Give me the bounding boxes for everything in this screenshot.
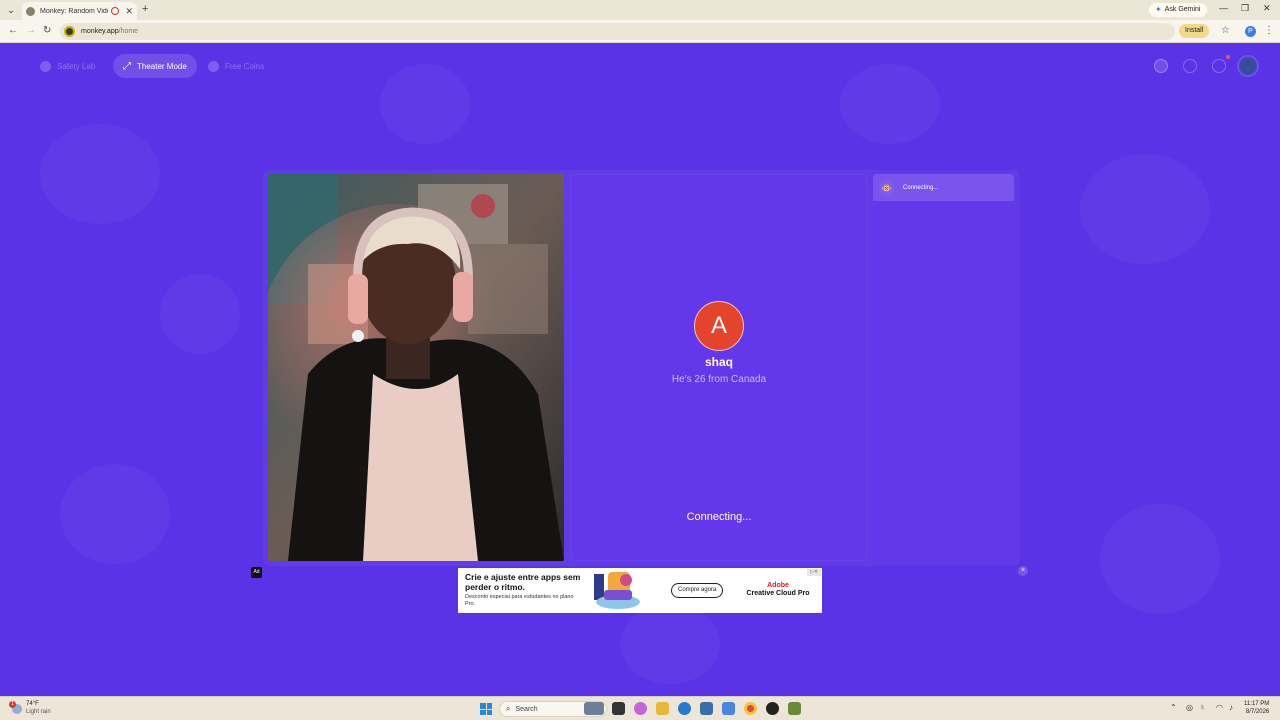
partner-avatar[interactable]: A [694,301,744,351]
monkey-icon: 🐵 [879,179,895,196]
tab-title: Monkey: Random Video Ch [40,7,108,15]
ad-close-button[interactable]: × [1018,566,1028,576]
taskbar-clock[interactable]: 11:17 PM 8/7/2026 [1244,700,1269,716]
theater-mode-label: Theater Mode [137,61,187,71]
chat-status-text: Connecting... [903,184,939,191]
back-icon[interactable]: ← [8,25,18,36]
weather-desc: Light rain [26,709,51,715]
url-bar[interactable]: monkey.app/home [60,23,1175,40]
history-clock-icon[interactable] [1183,59,1197,73]
app-icon[interactable] [788,702,801,715]
browser-menu-icon[interactable]: ⋮ [1264,25,1274,36]
windows-start-icon[interactable] [480,703,492,715]
background-blob [620,604,720,684]
forward-icon[interactable]: → [26,25,36,36]
recording-icon [111,7,120,15]
background-blob [380,64,470,144]
safety-shield-icon [40,60,51,72]
minimize-icon[interactable]: — [1219,3,1228,13]
tray-app-icon[interactable]: ◎ [1186,703,1193,712]
chat-system-message: 🐵 Connecting... [873,174,1014,201]
task-view-icon[interactable] [612,702,625,715]
background-blob [840,64,940,144]
browser-tab[interactable]: Monkey: Random Video Ch ✕ [22,2,137,20]
browser-tab-bar: ⌄ Monkey: Random Video Ch ✕ + ✦ Ask Gemi… [0,0,1280,20]
self-video-feed [268,174,564,561]
chrome-icon[interactable] [744,702,757,715]
search-icon: ⌕ [506,704,511,713]
connection-status: Connecting... [686,511,752,523]
obs-icon[interactable] [766,702,779,715]
microphone-icon[interactable]: ♮ [1201,703,1204,712]
expand-icon: ⤢ [123,60,131,72]
free-coins-button[interactable]: Free Coins [198,54,274,78]
site-info-icon[interactable] [64,26,75,37]
background-blob [1100,504,1220,614]
ask-gemini-button[interactable]: ✦ Ask Gemini [1149,3,1207,17]
ad-choices-icon[interactable]: ▷✕ [807,569,821,576]
safety-lab-button[interactable]: Safety Lab [30,54,105,78]
coin-balance-icon[interactable] [1154,59,1168,73]
ad-headline: Crie e ajuste entre apps sem perder o ri… [465,572,581,592]
taskbar-search-text: Search [515,705,538,713]
tab-search-chevron-icon[interactable]: ⌄ [4,3,18,17]
address-toolbar: ← → ↻ monkey.app/home [0,20,1280,43]
bookmark-star-icon[interactable]: ☆ [1221,25,1230,36]
install-app-button[interactable]: Install [1179,24,1210,38]
edge-icon[interactable] [678,702,691,715]
new-tab-button[interactable]: + [142,3,148,15]
ad-brand-product: Creative Cloud Pro [746,590,810,597]
ad-brand-adobe: Adobe [767,582,789,589]
mail-icon[interactable] [722,702,735,715]
gemini-sparkle-icon: ✦ [1155,5,1162,14]
ad-cta-button[interactable]: Compre agora [671,583,724,598]
store-icon[interactable] [700,702,713,715]
messages-icon[interactable] [1212,59,1226,73]
chat-panel: 🐵 Connecting... [873,174,1014,561]
weather-temp: 74°F [26,701,39,707]
free-coins-label: Free Coins [225,61,265,71]
background-blob [160,274,240,354]
ask-gemini-label: Ask Gemini [1164,6,1201,13]
weather-widget[interactable]: 1 74°F Light rain [9,700,51,716]
ad-subtext: Desconto especial para estudantes no pla… [465,594,574,607]
copilot-icon[interactable] [634,702,647,715]
partner-info: He's 26 from Canada [671,374,767,385]
search-highlight-icon[interactable] [584,702,604,715]
partner-name: shaq [704,355,733,369]
camera-image [268,174,564,561]
background-blob [1080,154,1210,264]
url-host: monkey.app [81,28,119,35]
adobe-logo: Adobe Creative Cloud Pro [743,582,813,598]
weather-alert-badge: 1 [9,701,16,708]
clock-date: 8/7/2026 [1245,709,1270,715]
ad-illustration [594,572,640,609]
partner-panel: A shaq He's 26 from Canada Connecting... [571,174,867,561]
weather-rain-icon: 1 [9,701,22,714]
tray-chevron-icon[interactable]: ⌃ [1170,703,1177,712]
os-taskbar: 1 74°F Light rain ⌕ Search ⌃ ◎ ♮ ◠ ♪ 11:… [0,696,1280,720]
window-close-icon[interactable]: ✕ [1263,3,1271,14]
safety-lab-label: Safety Lab [57,61,96,71]
wifi-icon[interactable]: ◠ [1216,703,1223,712]
monkey-favicon-icon [26,6,35,16]
restore-icon[interactable]: ❐ [1241,3,1249,14]
reload-icon[interactable]: ↻ [43,25,51,36]
url-path: /home [118,28,139,35]
file-explorer-icon[interactable] [656,702,669,715]
monkey-app: Safety Lab ⤢ Theater Mode Free Coins A s… [0,44,1280,696]
user-avatar[interactable] [1237,55,1259,77]
profile-avatar[interactable]: P [1245,26,1256,37]
clock-time: 11:17 PM [1244,701,1270,707]
background-blob [60,464,170,564]
theater-mode-button[interactable]: ⤢ Theater Mode [113,54,197,78]
tab-close-icon[interactable]: ✕ [125,6,133,17]
ad-banner[interactable]: Crie e ajuste entre apps sem perder o ri… [458,568,822,613]
volume-icon[interactable]: ♪ [1229,703,1233,712]
background-blob [40,124,160,224]
notification-dot [1226,55,1230,59]
coins-icon [208,60,219,72]
ad-badge: Ad [251,567,262,578]
